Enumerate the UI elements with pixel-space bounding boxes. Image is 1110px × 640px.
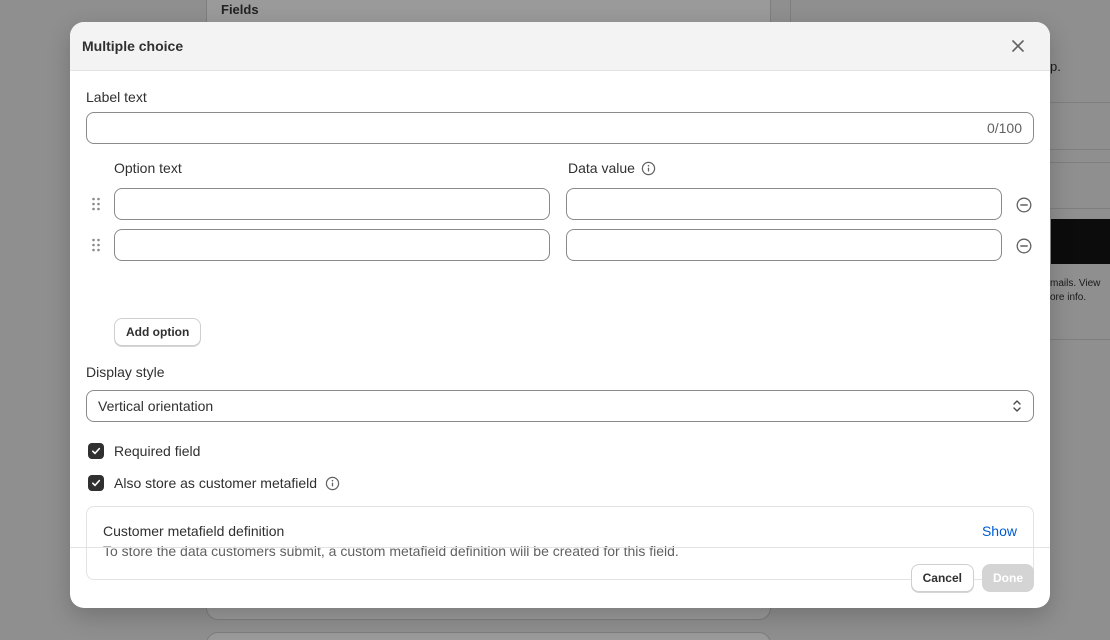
option-text-input[interactable] <box>114 229 550 261</box>
checkmark-icon <box>92 479 101 487</box>
required-field-row: Required field <box>88 443 200 459</box>
drag-handle-icon[interactable] <box>90 196 102 212</box>
info-icon[interactable] <box>641 161 656 176</box>
remove-option-icon[interactable] <box>1015 196 1033 214</box>
remove-option-icon[interactable] <box>1015 237 1033 255</box>
data-value-header-label: Data value <box>568 160 635 176</box>
store-metafield-row: Also store as customer metafield <box>88 475 340 491</box>
required-field-checkbox[interactable] <box>88 443 104 459</box>
cancel-button[interactable]: Cancel <box>910 564 974 592</box>
display-style-value: Vertical orientation <box>98 398 214 414</box>
options-header: Option text Data value <box>86 160 1034 180</box>
show-link[interactable]: Show <box>982 523 1017 539</box>
display-style-select[interactable]: Vertical orientation <box>86 390 1034 422</box>
add-option-button[interactable]: Add option <box>114 318 202 346</box>
background-text: p. <box>1050 59 1061 74</box>
required-field-label: Required field <box>114 443 201 459</box>
display-style-label: Display style <box>86 364 165 380</box>
close-button[interactable] <box>1004 32 1032 60</box>
label-text-input[interactable]: 0/100 <box>86 112 1034 144</box>
multiple-choice-modal: Multiple choice Label text 0/100 Option … <box>70 22 1050 608</box>
done-button[interactable]: Done <box>982 564 1034 592</box>
close-icon <box>1012 40 1024 52</box>
modal-footer: Cancel Done <box>70 547 1050 608</box>
info-icon[interactable] <box>325 476 340 491</box>
store-metafield-label: Also store as customer metafield <box>114 475 318 491</box>
background-card-lower <box>206 632 771 640</box>
metafield-definition-title: Customer metafield definition <box>103 523 285 539</box>
option-text-input[interactable] <box>114 188 550 220</box>
modal-header: Multiple choice <box>70 22 1050 71</box>
modal-body: Label text 0/100 Option text Data value <box>70 71 1050 580</box>
option-row <box>86 229 1034 262</box>
background-dark-button <box>1051 219 1110 264</box>
label-text-label: Label text <box>86 89 147 105</box>
background-text: ore info. <box>1050 292 1087 303</box>
drag-handle-icon[interactable] <box>90 237 102 253</box>
data-value-input[interactable] <box>566 188 1002 220</box>
background-text: mails. View <box>1050 278 1101 289</box>
character-counter: 0/100 <box>986 120 1022 136</box>
modal-title: Multiple choice <box>82 38 184 54</box>
option-row <box>86 188 1034 221</box>
background-fields-heading: Fields <box>221 2 259 17</box>
option-text-header: Option text <box>114 160 182 176</box>
store-metafield-checkbox[interactable] <box>88 475 104 491</box>
select-chevron-icon <box>1013 400 1021 412</box>
data-value-input[interactable] <box>566 229 1002 261</box>
data-value-header: Data value <box>568 160 656 176</box>
checkmark-icon <box>92 447 101 455</box>
